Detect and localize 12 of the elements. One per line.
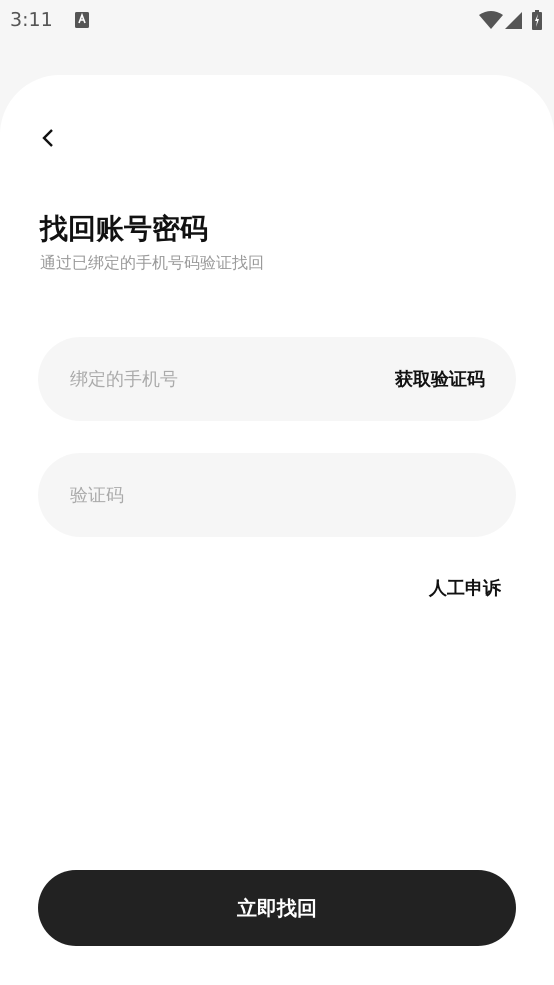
status-time: 3:11 [10,8,53,33]
submit-button[interactable]: 立即找回 [38,870,516,946]
keyboard-icon [74,12,89,28]
battery-icon [532,10,542,30]
get-code-button[interactable]: 获取验证码 [395,366,485,394]
code-field[interactable]: 验证码 [38,453,516,538]
page-subtitle: 通过已绑定的手机号码验证找回 [40,252,265,274]
back-icon [41,126,55,149]
wifi-icon [479,11,503,29]
page-title: 找回账号密码 [40,211,209,247]
appeal-link[interactable]: 人工申诉 [429,575,501,602]
signal-icon [505,11,522,29]
